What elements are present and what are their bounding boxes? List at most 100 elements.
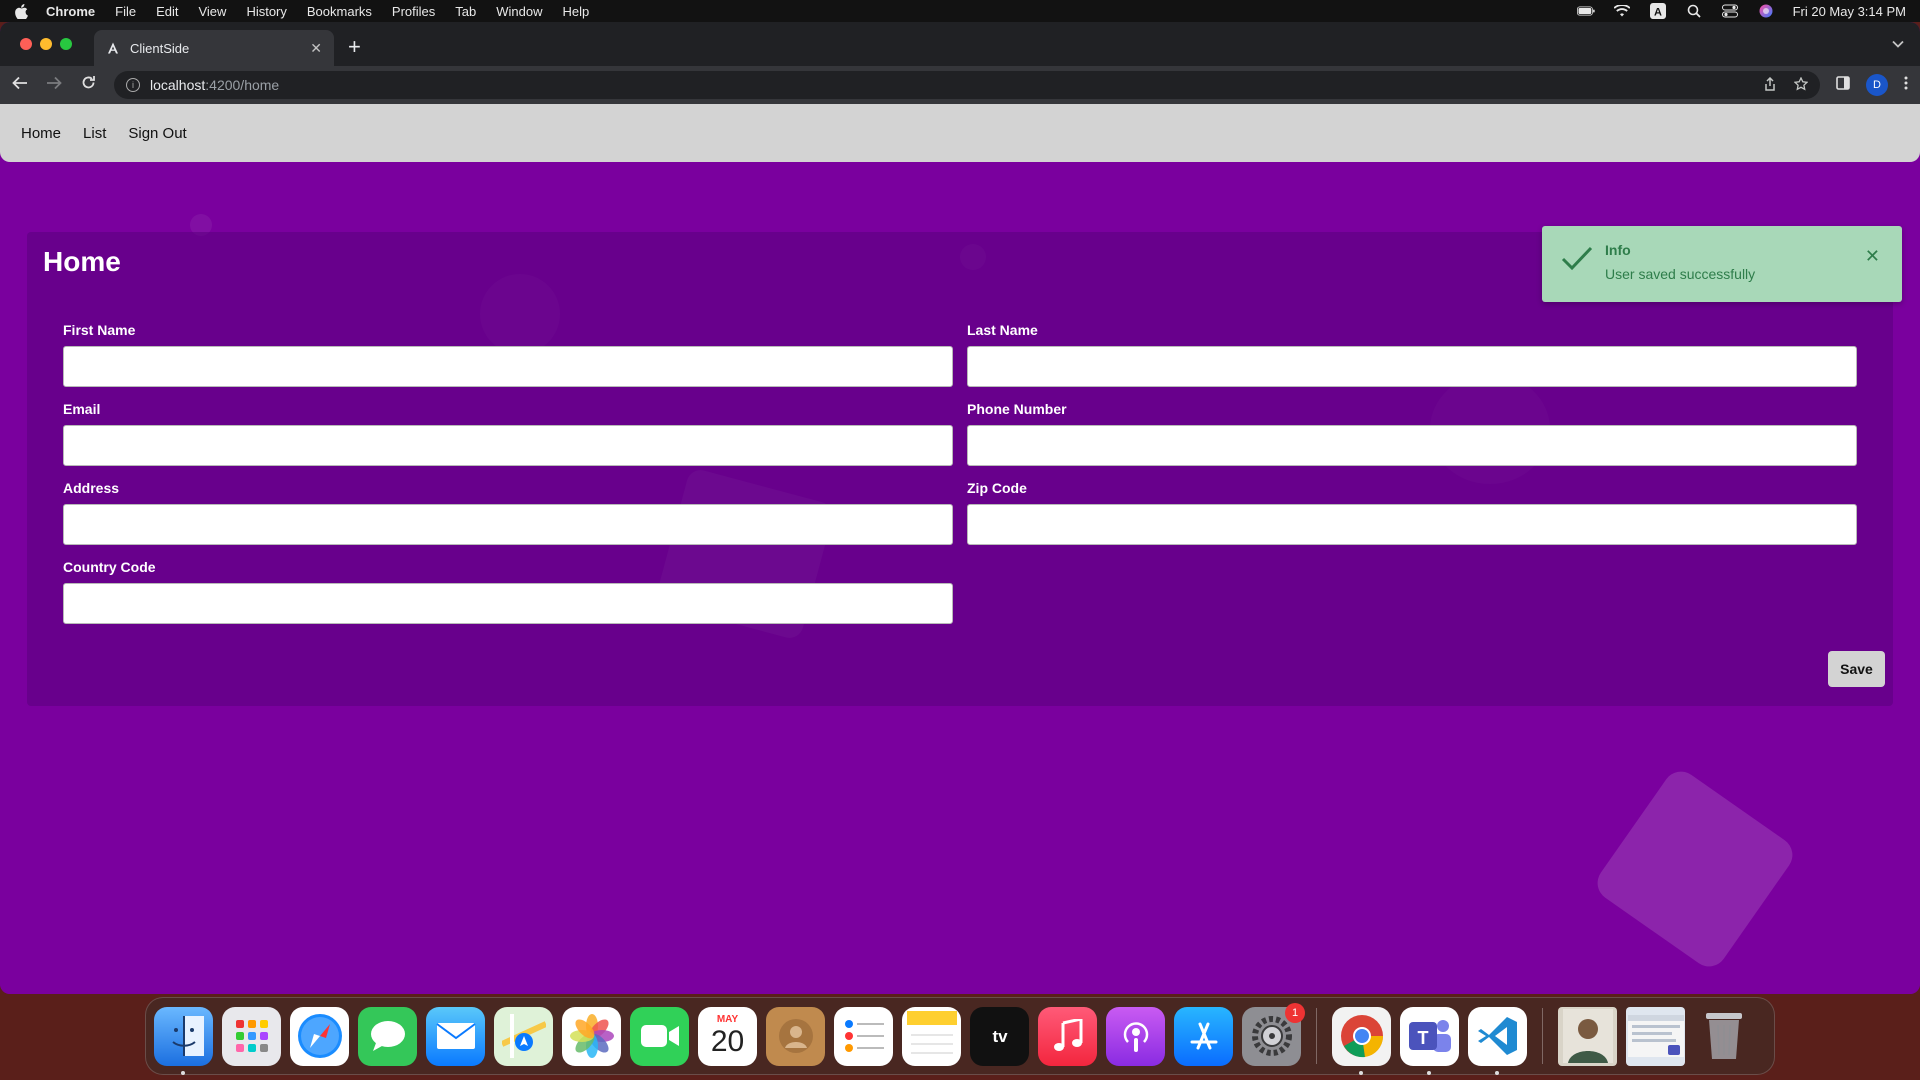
app-store-icon[interactable]	[1174, 1006, 1233, 1066]
new-tab-button[interactable]: +	[348, 34, 361, 60]
svg-text:A: A	[1654, 7, 1662, 19]
notes-icon[interactable]	[902, 1006, 961, 1066]
siri-icon[interactable]	[1757, 4, 1775, 18]
running-indicator	[1495, 1070, 1499, 1075]
close-tab-icon[interactable]: ✕	[310, 40, 322, 57]
launchpad-icon[interactable]	[222, 1006, 281, 1066]
running-indicator	[1359, 1070, 1363, 1075]
macos-menu-bar: Chrome File Edit View History Bookmarks …	[0, 0, 1920, 22]
status-area: A Fri 20 May 3:14 PM	[1576, 3, 1906, 19]
menu-history[interactable]: History	[246, 4, 286, 19]
messages-icon[interactable]	[358, 1006, 417, 1066]
tab-strip: ClientSide ✕ +	[0, 22, 1920, 66]
music-icon[interactable]	[1038, 1006, 1097, 1066]
more-menu-icon[interactable]	[1904, 76, 1908, 95]
address-group: Address	[63, 480, 953, 545]
clock[interactable]: Fri 20 May 3:14 PM	[1793, 4, 1906, 19]
url-host: localhost	[150, 77, 206, 93]
reload-icon[interactable]	[80, 75, 96, 95]
address-bar[interactable]: i localhost:4200/home	[114, 71, 1820, 99]
last-name-group: Last Name	[967, 322, 1857, 387]
email-group: Email	[63, 401, 953, 466]
spotlight-search-icon[interactable]	[1685, 4, 1703, 18]
close-window-button[interactable]	[20, 38, 32, 50]
menu-tab[interactable]: Tab	[455, 4, 476, 19]
toast-close-icon[interactable]: ✕	[1865, 246, 1880, 267]
country-code-group: Country Code	[63, 559, 953, 624]
profile-avatar[interactable]: D	[1866, 74, 1888, 96]
photo-thumbnail-icon[interactable]	[1558, 1006, 1617, 1066]
menu-profiles[interactable]: Profiles	[392, 4, 435, 19]
minimize-window-button[interactable]	[40, 38, 52, 50]
window-thumbnail-icon[interactable]	[1626, 1006, 1685, 1066]
menu-window[interactable]: Window	[496, 4, 542, 19]
email-input[interactable]	[63, 425, 953, 466]
tab-search-chevron-icon[interactable]	[1892, 36, 1904, 51]
checkmark-icon	[1560, 244, 1594, 274]
country-code-input[interactable]	[63, 583, 953, 624]
safari-icon[interactable]	[290, 1006, 349, 1066]
facetime-icon[interactable]	[630, 1006, 689, 1066]
site-info-icon[interactable]: i	[126, 78, 140, 92]
macos-dock: MAY 20 tv 1 T	[145, 997, 1775, 1075]
running-indicator	[181, 1070, 185, 1075]
zip-code-label: Zip Code	[967, 480, 1027, 496]
page-title: Home	[43, 246, 121, 277]
home-form-card: Home First Name Last Name Email Phone Nu…	[27, 232, 1893, 706]
menu-file[interactable]: File	[115, 4, 136, 19]
first-name-label: First Name	[63, 322, 136, 338]
running-indicator	[1427, 1070, 1431, 1075]
first-name-input[interactable]	[63, 346, 953, 387]
phone-number-input[interactable]	[967, 425, 1857, 466]
back-arrow-icon[interactable]	[12, 75, 28, 95]
reminders-icon[interactable]	[834, 1006, 893, 1066]
wifi-icon[interactable]	[1613, 4, 1631, 18]
last-name-input[interactable]	[967, 346, 1857, 387]
chrome-window: ClientSide ✕ + i localhost:4200/home D …	[0, 22, 1920, 994]
trash-icon[interactable]	[1694, 1007, 1753, 1066]
address-label: Address	[63, 480, 120, 496]
control-center-icon[interactable]	[1721, 4, 1739, 18]
side-panel-icon[interactable]	[1836, 75, 1850, 95]
nav-link-list[interactable]: List	[83, 125, 106, 142]
menu-edit[interactable]: Edit	[156, 4, 178, 19]
mail-icon[interactable]	[426, 1006, 485, 1066]
nav-link-home[interactable]: Home	[21, 125, 61, 142]
teams-icon[interactable]: T	[1400, 1006, 1459, 1075]
share-icon[interactable]	[1764, 76, 1776, 94]
calendar-icon[interactable]: MAY 20	[698, 1006, 757, 1066]
last-name-label: Last Name	[967, 322, 1038, 338]
address-input[interactable]	[63, 504, 953, 545]
first-name-group: First Name	[63, 322, 953, 387]
tv-icon[interactable]: tv	[970, 1006, 1029, 1066]
input-source-icon[interactable]: A	[1649, 3, 1667, 19]
tab-clientside[interactable]: ClientSide ✕	[94, 30, 334, 66]
menu-bookmarks[interactable]: Bookmarks	[307, 4, 372, 19]
menu-view[interactable]: View	[198, 4, 226, 19]
battery-icon[interactable]	[1576, 4, 1595, 18]
forward-arrow-icon[interactable]	[46, 75, 62, 95]
page-viewport: Home List Sign Out Home First Name Last …	[0, 104, 1920, 994]
app-navbar: Home List Sign Out	[0, 104, 1920, 162]
nav-link-sign-out[interactable]: Sign Out	[128, 125, 186, 142]
email-label: Email	[63, 401, 101, 417]
contacts-icon[interactable]	[766, 1006, 825, 1066]
bookmark-star-icon[interactable]	[1793, 75, 1809, 94]
menu-help[interactable]: Help	[563, 4, 590, 19]
apple-icon[interactable]	[14, 3, 28, 19]
dock-separator	[1542, 1008, 1543, 1064]
finder-icon[interactable]	[154, 1006, 213, 1075]
zip-code-input[interactable]	[967, 504, 1857, 545]
podcasts-icon[interactable]	[1106, 1006, 1165, 1066]
url-path: :4200/home	[205, 77, 280, 93]
maps-icon[interactable]	[494, 1006, 553, 1066]
photos-icon[interactable]	[562, 1006, 621, 1066]
vscode-icon[interactable]	[1468, 1006, 1527, 1075]
phone-number-group: Phone Number	[967, 401, 1857, 466]
save-button[interactable]: Save	[1828, 651, 1885, 687]
menu-app-name[interactable]: Chrome	[46, 4, 95, 19]
zoom-window-button[interactable]	[60, 38, 72, 50]
chrome-icon[interactable]	[1332, 1006, 1391, 1075]
toast-message: User saved successfully	[1605, 266, 1756, 282]
system-preferences-icon[interactable]: 1	[1242, 1002, 1305, 1066]
